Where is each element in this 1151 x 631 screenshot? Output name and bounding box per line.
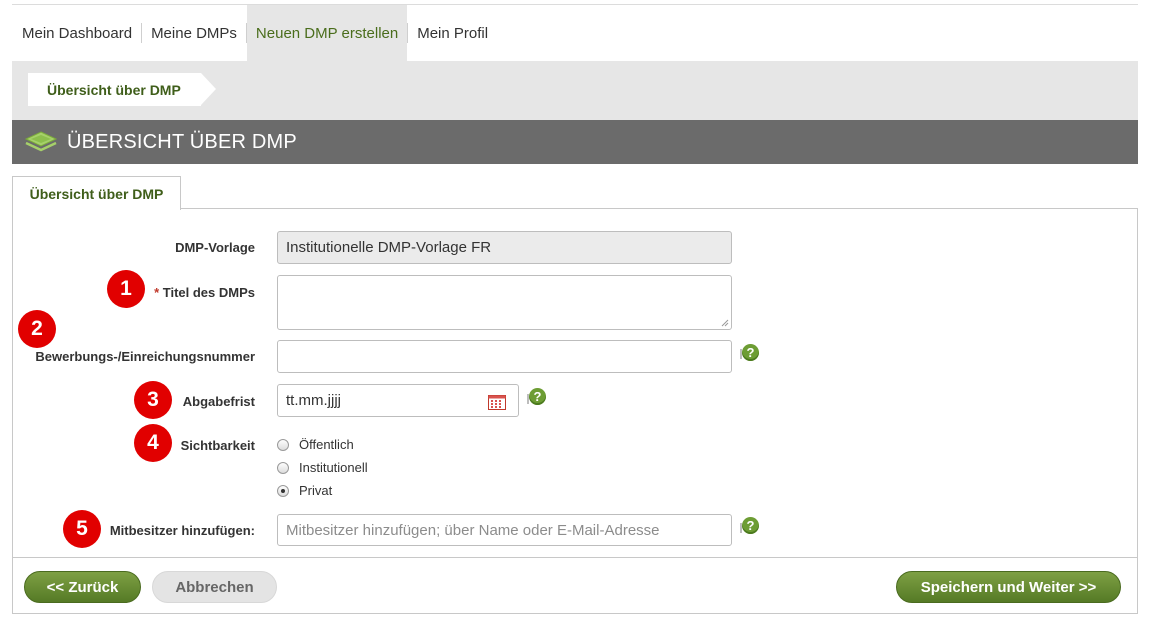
calendar-icon[interactable] <box>488 394 506 414</box>
required-mark: * <box>154 285 160 300</box>
radio-private-label: Privat <box>299 483 333 498</box>
visibility-option-institutional[interactable]: Institutionell <box>277 460 368 475</box>
page-title: ÜBERSICHT ÜBER DMP <box>67 130 297 153</box>
grant-number-label: Bewerbungs-/Einreichungsnummer <box>35 349 255 364</box>
nav-create-dmp[interactable]: Neuen DMP erstellen <box>246 5 408 61</box>
visibility-label: Sichtbarkeit <box>180 438 255 453</box>
radio-institutional[interactable] <box>277 461 289 474</box>
back-button[interactable]: << Zurück <box>24 571 141 603</box>
deadline-input[interactable]: tt.mm.jjjj <box>277 384 519 417</box>
tab-overview[interactable]: Übersicht über DMP <box>12 176 181 210</box>
radio-private[interactable] <box>277 484 289 497</box>
visibility-option-public[interactable]: Öffentlich <box>277 437 354 452</box>
title-label-text: Titel des DMPs <box>162 285 255 300</box>
panel-divider <box>12 557 1138 558</box>
main-nav: Mein Dashboard Meine DMPs Neuen DMP erst… <box>12 5 497 61</box>
breadcrumb: Übersicht über DMP <box>12 61 1138 120</box>
annotation-badge-5: 5 <box>63 510 101 548</box>
help-icon[interactable]: ? <box>742 517 759 534</box>
annotation-badge-1: 1 <box>107 270 145 308</box>
form-panel <box>12 208 1138 614</box>
page-header: ÜBERSICHT ÜBER DMP <box>12 120 1138 164</box>
nav-my-profile[interactable]: Mein Profil <box>408 5 497 61</box>
cancel-button[interactable]: Abbrechen <box>152 571 277 603</box>
radio-public-label: Öffentlich <box>299 437 354 452</box>
annotation-badge-3: 3 <box>134 381 172 419</box>
co-owners-input[interactable]: Mitbesitzer hinzufügen; über Name oder E… <box>277 514 732 546</box>
breadcrumb-current[interactable]: Übersicht über DMP <box>28 73 216 106</box>
template-field: Institutionelle DMP-Vorlage FR <box>277 231 732 264</box>
nav-my-dmps[interactable]: Meine DMPs <box>142 5 246 61</box>
resize-grip-icon[interactable] <box>721 319 729 327</box>
annotation-badge-4: 4 <box>134 424 172 462</box>
annotation-badge-2: 2 <box>18 310 56 348</box>
co-owners-placeholder: Mitbesitzer hinzufügen; über Name oder E… <box>286 521 660 539</box>
deadline-label: Abgabefrist <box>182 394 255 409</box>
grant-number-input[interactable] <box>277 340 732 373</box>
template-label: DMP-Vorlage <box>175 240 255 255</box>
save-continue-button[interactable]: Speichern und Weiter >> <box>896 571 1121 603</box>
radio-institutional-label: Institutionell <box>299 460 368 475</box>
title-label: * Titel des DMPs <box>154 285 255 300</box>
deadline-placeholder: tt.mm.jjjj <box>286 392 341 409</box>
title-input[interactable] <box>277 275 732 330</box>
radio-public[interactable] <box>277 438 289 451</box>
nav-my-dashboard[interactable]: Mein Dashboard <box>12 5 141 61</box>
help-icon[interactable]: ? <box>529 388 546 405</box>
layers-icon <box>24 128 60 156</box>
co-owners-label: Mitbesitzer hinzufügen: <box>109 523 255 538</box>
help-icon[interactable]: ? <box>742 344 759 361</box>
template-value: Institutionelle DMP-Vorlage FR <box>286 239 492 256</box>
visibility-option-private[interactable]: Privat <box>277 483 332 498</box>
